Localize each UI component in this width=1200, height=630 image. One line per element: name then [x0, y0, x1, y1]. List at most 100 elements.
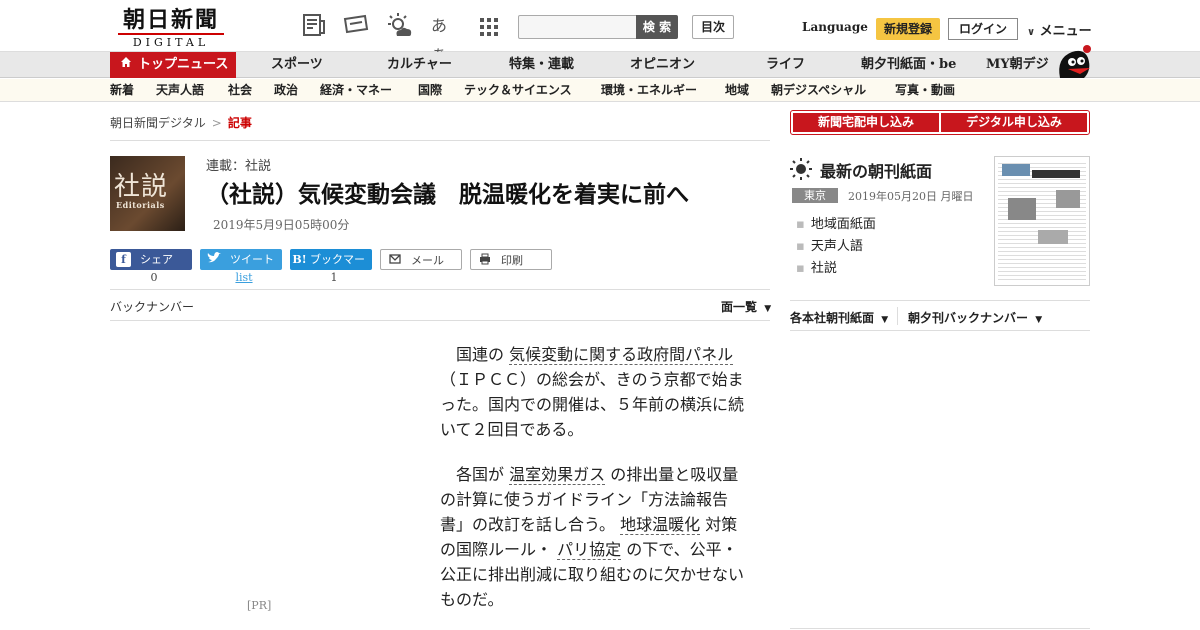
subnav-photo[interactable]: 写真・動画: [895, 79, 955, 102]
paper-thumbnail-image: [998, 160, 1086, 282]
search-input[interactable]: [518, 15, 638, 39]
editorial-image-en: Editorials: [116, 200, 165, 210]
mail-label: メール: [411, 254, 444, 267]
menu-button[interactable]: ∨ メニュー: [1027, 20, 1092, 39]
keyword-link[interactable]: 温室効果ガス: [509, 465, 606, 485]
backnumber-dropdown[interactable]: 朝夕刊バックナンバー ▼: [908, 309, 1042, 326]
subnav-world[interactable]: 国際: [418, 79, 442, 102]
editorial-image: 社説 Editorials: [110, 156, 185, 231]
home-icon: [120, 52, 132, 78]
sub-nav: 新着 天声人語 社会 政治 経済・マネー 国際 テック＆サイエンス 環境・エネル…: [0, 79, 1200, 102]
page-list-dropdown[interactable]: 面一覧 ▼: [721, 298, 771, 315]
triangle-down-icon: ▼: [881, 315, 889, 325]
main-nav: トップニュース スポーツ カルチャー 特集・連載 オピニオン ライフ 朝夕刊紙面…: [0, 52, 1200, 78]
nav-culture[interactable]: カルチャー: [387, 52, 452, 78]
register-button[interactable]: 新規登録: [876, 18, 940, 40]
subnav-tech[interactable]: テック＆サイエンス: [464, 79, 572, 102]
nav-top-news[interactable]: トップニュース: [110, 52, 236, 78]
link-editorial[interactable]: ▪ 社説: [796, 257, 837, 276]
twitter-count[interactable]: list: [203, 271, 285, 284]
chevron-down-icon: ∨: [1027, 27, 1036, 38]
nav-features[interactable]: 特集・連載: [509, 52, 574, 78]
print-label: 印刷: [501, 254, 523, 267]
edition-badge: 東京: [792, 188, 838, 203]
menu-label: メニュー: [1039, 24, 1092, 39]
hatena-bookmark-button[interactable]: B! ブックマーク: [290, 249, 372, 287]
logo-jp: 朝日新聞: [122, 7, 219, 33]
breadcrumb-separator: >: [211, 116, 222, 130]
digital-apply-button[interactable]: デジタル申し込み: [941, 113, 1087, 132]
paper-thumbnail[interactable]: [994, 156, 1090, 286]
subscribe-buttons: 新聞宅配申し込み デジタル申し込み: [790, 110, 1090, 135]
subnav-environment[interactable]: 環境・エネルギー: [601, 79, 697, 102]
hatena-icon: B!: [292, 253, 307, 266]
search-button[interactable]: 検 索: [636, 15, 678, 39]
publish-date: 2019年5月9日05時00分: [213, 218, 350, 232]
divider: [790, 628, 1090, 629]
subnav-region[interactable]: 地域: [725, 79, 749, 102]
subnav-economy[interactable]: 経済・マネー: [320, 79, 392, 102]
bullet: ▪: [796, 239, 805, 254]
paragraph: 国連の 気候変動に関する政府間パネル （ＩＰＣＣ）の総会が、きのう京都で始まった…: [440, 345, 745, 439]
latest-paper-title[interactable]: 最新の朝刊紙面: [820, 158, 932, 182]
printer-icon: [477, 253, 492, 268]
bullet: ▪: [796, 261, 805, 276]
nav-sports[interactable]: スポーツ: [271, 52, 323, 78]
facebook-count: 0: [150, 271, 158, 284]
subnav-special[interactable]: 朝デジスペシャル: [771, 79, 866, 102]
print-button[interactable]: 印刷: [470, 249, 552, 270]
nav-paper[interactable]: 朝夕刊紙面・be: [861, 52, 956, 78]
breadcrumb-home[interactable]: 朝日新聞デジタル: [110, 116, 206, 130]
grid-icon[interactable]: [478, 12, 508, 40]
twitter-share-button[interactable]: ツイート: [200, 249, 282, 270]
regional-paper-dropdown[interactable]: 各本社朝刊紙面 ▼: [790, 309, 888, 326]
delivery-apply-button[interactable]: 新聞宅配申し込み: [793, 113, 939, 132]
font-size-icon[interactable]: あぁ: [431, 12, 461, 63]
paper-links-bar: 各本社朝刊紙面 ▼ 朝夕刊バックナンバー ▼: [790, 300, 1090, 331]
mascot-icon[interactable]: [1054, 44, 1092, 80]
site-logo[interactable]: 朝日新聞 DIGITAL: [112, 7, 230, 49]
mail-button[interactable]: メール: [380, 249, 462, 270]
facebook-icon: f: [116, 252, 131, 267]
pr-label: [PR]: [247, 599, 272, 612]
nav-my[interactable]: MY朝デジ: [986, 52, 1049, 78]
twitter-share-label: ツイート: [230, 253, 274, 266]
keyword-link[interactable]: パリ協定: [557, 540, 622, 560]
twitter-icon: [206, 252, 221, 267]
sun-icon: [790, 158, 812, 180]
link-tensei[interactable]: ▪ 天声人語: [796, 235, 863, 254]
backnumber-label[interactable]: バックナンバー: [110, 298, 194, 315]
logo-en: DIGITAL: [118, 33, 224, 49]
paragraph: 各国が 温室効果ガス の排出量と吸収量の計算に使うガイドライン「方法論報告書」の…: [440, 465, 745, 609]
subnav-politics[interactable]: 政治: [274, 79, 298, 102]
facebook-share-button[interactable]: f シェア: [110, 249, 192, 270]
facebook-share-label: シェア: [140, 253, 173, 266]
breadcrumb: 朝日新聞デジタル > 記事: [110, 114, 252, 131]
subnav-new[interactable]: 新着: [110, 79, 134, 102]
triangle-down-icon: ▼: [764, 304, 772, 314]
nav-opinion[interactable]: オピニオン: [630, 52, 695, 78]
newspaper-icon[interactable]: [301, 12, 331, 40]
login-button[interactable]: ログイン: [948, 18, 1018, 40]
triangle-down-icon: ▼: [1035, 315, 1043, 325]
keyword-link[interactable]: 地球温暖化: [620, 515, 701, 535]
weather-icon[interactable]: [385, 12, 415, 40]
subnav-society[interactable]: 社会: [228, 79, 252, 102]
bullet: ▪: [796, 217, 805, 232]
page-list-label: 面一覧: [721, 300, 758, 314]
nav-top-label: トップニュース: [138, 57, 229, 72]
series-label[interactable]: 連載：社説: [206, 155, 271, 174]
language-link[interactable]: Language: [802, 20, 868, 34]
nav-life[interactable]: ライフ: [766, 52, 805, 78]
site-header: 朝日新聞 DIGITAL あぁ 検 索 目次 Language 新規登録 ログイ…: [0, 0, 1200, 63]
keyword-link[interactable]: 気候変動に関する政府間パネル: [509, 345, 734, 365]
index-button[interactable]: 目次: [692, 15, 734, 39]
divider: [110, 140, 770, 141]
link-local-paper[interactable]: ▪ 地域面紙面: [796, 213, 876, 232]
divider: [110, 320, 770, 321]
editorial-image-kanji: 社説: [114, 172, 169, 202]
article-title: （社説）気候変動会議 脱温暖化を着実に前へ: [206, 181, 689, 208]
ticket-icon[interactable]: [342, 12, 372, 40]
subnav-tensei[interactable]: 天声人語: [156, 79, 204, 102]
regional-paper-label: 各本社朝刊紙面: [790, 311, 875, 325]
